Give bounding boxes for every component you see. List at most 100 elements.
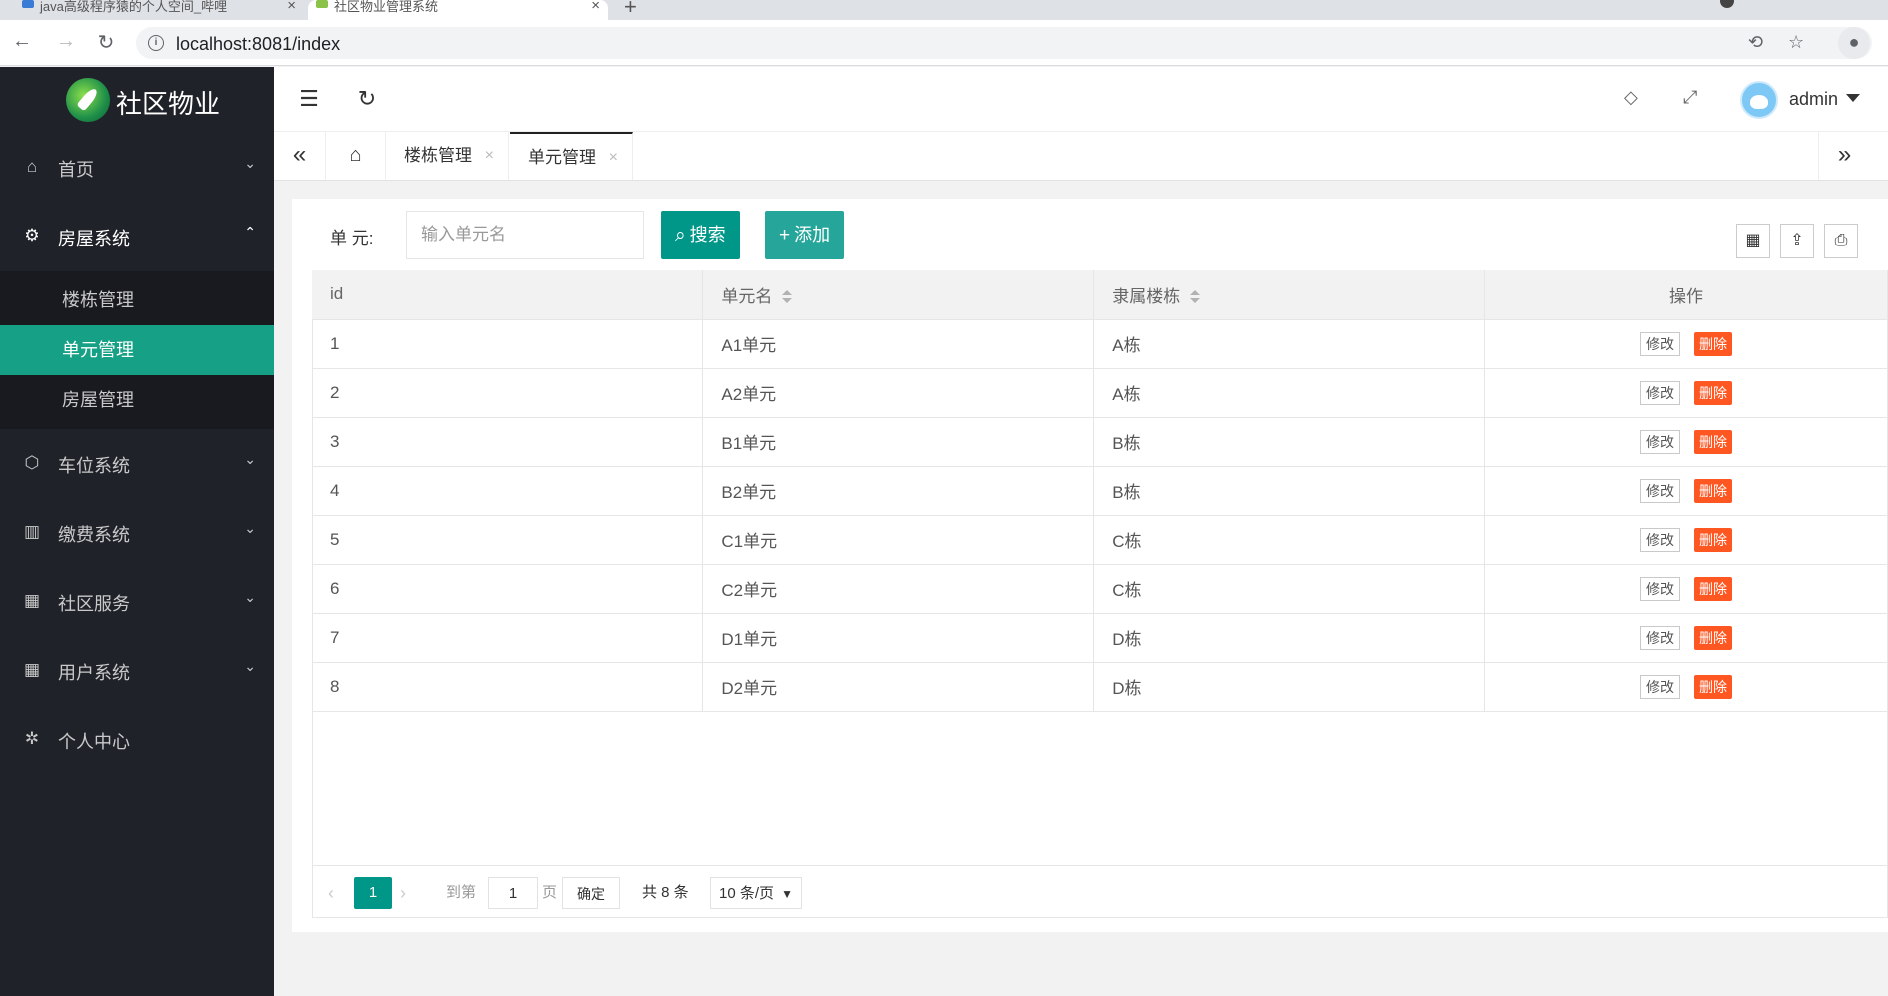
table-row: 4 B2单元 B栋 修改 删除: [312, 466, 1888, 516]
gear-icon: ✲: [24, 729, 40, 748]
page-size-value: 10 条/页: [719, 885, 775, 902]
sidebar-item-houses[interactable]: 房屋管理: [0, 375, 274, 425]
edit-button[interactable]: 修改: [1640, 429, 1681, 454]
fullscreen-icon[interactable]: ⤢: [1683, 87, 1697, 108]
edit-button[interactable]: 修改: [1640, 674, 1681, 699]
cell-actions: 修改 删除: [1484, 319, 1888, 369]
table-header-row: id 单元名 隶属楼栋 操作: [312, 270, 1888, 320]
sidebar-item-buildings[interactable]: 楼栋管理: [0, 275, 274, 325]
close-tab-icon[interactable]: ×: [485, 132, 494, 180]
prev-page-icon[interactable]: ‹: [328, 877, 334, 909]
chevron-down-icon: ⌄: [244, 155, 256, 171]
new-tab-icon[interactable]: +: [624, 0, 637, 20]
cell-building: A栋: [1093, 368, 1486, 418]
next-page-icon[interactable]: ›: [400, 877, 406, 909]
sort-icon[interactable]: [782, 290, 793, 304]
delete-button[interactable]: 删除: [1694, 380, 1733, 405]
caret-down-icon[interactable]: [1846, 94, 1860, 102]
url-field[interactable]: i localhost:8081/index ⟲ ☆: [136, 27, 1872, 59]
column-header-building[interactable]: 隶属楼栋: [1093, 270, 1486, 320]
tab-units[interactable]: 单元管理 ×: [510, 132, 633, 180]
page-jump-input[interactable]: 1: [488, 877, 538, 909]
cell-id: 8: [312, 662, 704, 712]
sidebar-item-housing[interactable]: ⚙ 房屋系统 ⌃: [0, 202, 274, 271]
sidebar-item-community-service[interactable]: ▦ 社区服务 ⌄: [0, 567, 274, 636]
close-tab-icon[interactable]: ×: [287, 0, 296, 13]
cell-building: B栋: [1093, 417, 1486, 467]
column-header-actions: 操作: [1484, 270, 1888, 320]
search-icon: ⌕: [675, 225, 686, 246]
sidebar: 社区物业 ⌂ 首页 ⌄ ⚙ 房屋系统 ⌃ 楼栋管理 单元管理 房屋管理 ⬡ 车位…: [0, 67, 274, 996]
building-icon: ▥: [23, 522, 41, 541]
tab-label: 楼栋管理: [404, 146, 472, 165]
chevron-down-icon: ⌄: [244, 658, 256, 674]
delete-button[interactable]: 删除: [1694, 527, 1733, 552]
delete-button[interactable]: 删除: [1694, 429, 1733, 454]
delete-button[interactable]: 删除: [1694, 331, 1733, 356]
column-header-label: 单元名: [721, 286, 773, 306]
column-header-unit-name[interactable]: 单元名: [702, 270, 1095, 320]
print-icon[interactable]: ⎙: [1824, 224, 1858, 258]
cell-actions: 修改 删除: [1484, 515, 1888, 565]
translate-icon[interactable]: ⟲: [1748, 32, 1763, 53]
page-size-select[interactable]: 10 条/页 ▼: [710, 877, 802, 909]
edit-button[interactable]: 修改: [1640, 478, 1681, 503]
delete-button[interactable]: 删除: [1694, 576, 1733, 601]
back-icon[interactable]: ←: [10, 30, 34, 53]
home-tab-icon[interactable]: ⌂: [326, 132, 386, 180]
profile-icon[interactable]: ●: [1838, 27, 1870, 59]
edit-button[interactable]: 修改: [1640, 380, 1681, 405]
browser-tab[interactable]: java高级程序猿的个人空间_哔哩 ×: [14, 0, 304, 20]
table-row: 1 A1单元 A栋 修改 删除: [312, 319, 1888, 369]
export-icon[interactable]: ⇪: [1780, 224, 1814, 258]
unit-name-input[interactable]: [406, 211, 644, 259]
tag-icon[interactable]: ◇: [1624, 87, 1638, 108]
site-info-icon[interactable]: i: [148, 35, 164, 51]
sidebar-item-label: 房屋系统: [58, 229, 130, 249]
sidebar-item-users[interactable]: ▦ 用户系统 ⌄: [0, 636, 274, 705]
columns-filter-icon[interactable]: ▦: [1736, 224, 1770, 258]
add-button[interactable]: + 添加: [765, 211, 845, 259]
edit-button[interactable]: 修改: [1640, 576, 1681, 601]
edit-button[interactable]: 修改: [1640, 331, 1681, 356]
reload-icon[interactable]: ↻: [94, 30, 118, 55]
cube-icon: ⬡: [24, 453, 40, 472]
bilibili-favicon-icon: [22, 0, 34, 8]
collapse-menu-icon[interactable]: ☰: [296, 86, 322, 112]
sidebar-item-units[interactable]: 单元管理: [0, 325, 274, 375]
delete-button[interactable]: 删除: [1694, 478, 1733, 503]
cell-building: D栋: [1093, 613, 1486, 663]
tabs-scroll-left-icon[interactable]: «: [274, 132, 326, 180]
close-tab-icon[interactable]: ×: [591, 0, 600, 13]
sidebar-item-profile[interactable]: ✲ 个人中心: [0, 705, 274, 774]
confirm-page-button[interactable]: 确定: [562, 877, 620, 909]
edit-button[interactable]: 修改: [1640, 625, 1681, 650]
delete-button[interactable]: 删除: [1694, 625, 1733, 650]
forward-icon[interactable]: →: [54, 30, 78, 53]
sort-icon[interactable]: [1190, 290, 1201, 304]
table-row: 5 C1单元 C栋 修改 删除: [312, 515, 1888, 565]
table-row: 7 D1单元 D栋 修改 删除: [312, 613, 1888, 663]
delete-button[interactable]: 删除: [1694, 674, 1733, 699]
avatar[interactable]: [1740, 81, 1778, 119]
bookmark-star-icon[interactable]: ☆: [1788, 32, 1804, 53]
page-number-current[interactable]: 1: [354, 877, 392, 909]
close-tab-icon[interactable]: ×: [609, 134, 618, 182]
cell-building: C栋: [1093, 515, 1486, 565]
sidebar-item-home[interactable]: ⌂ 首页 ⌄: [0, 133, 274, 202]
tab-buildings[interactable]: 楼栋管理 ×: [386, 132, 509, 180]
tab-search-icon[interactable]: [1720, 0, 1734, 8]
edit-button[interactable]: 修改: [1640, 527, 1681, 552]
sidebar-item-label: 首页: [58, 160, 94, 180]
browser-tab-active[interactable]: 社区物业管理系统 ×: [308, 0, 608, 20]
submenu-housing: 楼栋管理 单元管理 房屋管理: [0, 271, 274, 429]
sidebar-item-parking[interactable]: ⬡ 车位系统 ⌄: [0, 429, 274, 498]
username[interactable]: admin: [1789, 89, 1838, 110]
refresh-icon[interactable]: ↻: [354, 86, 380, 112]
search-button[interactable]: ⌕ 搜索: [661, 211, 740, 259]
sidebar-item-payment[interactable]: ▥ 缴费系统 ⌄: [0, 498, 274, 567]
sidebar-item-label: 个人中心: [58, 732, 130, 752]
top-header: ☰ ↻ ◇ ⤢ admin: [274, 67, 1888, 131]
tabs-scroll-right-icon[interactable]: »: [1818, 132, 1870, 180]
column-header-label: 隶属楼栋: [1112, 286, 1181, 306]
